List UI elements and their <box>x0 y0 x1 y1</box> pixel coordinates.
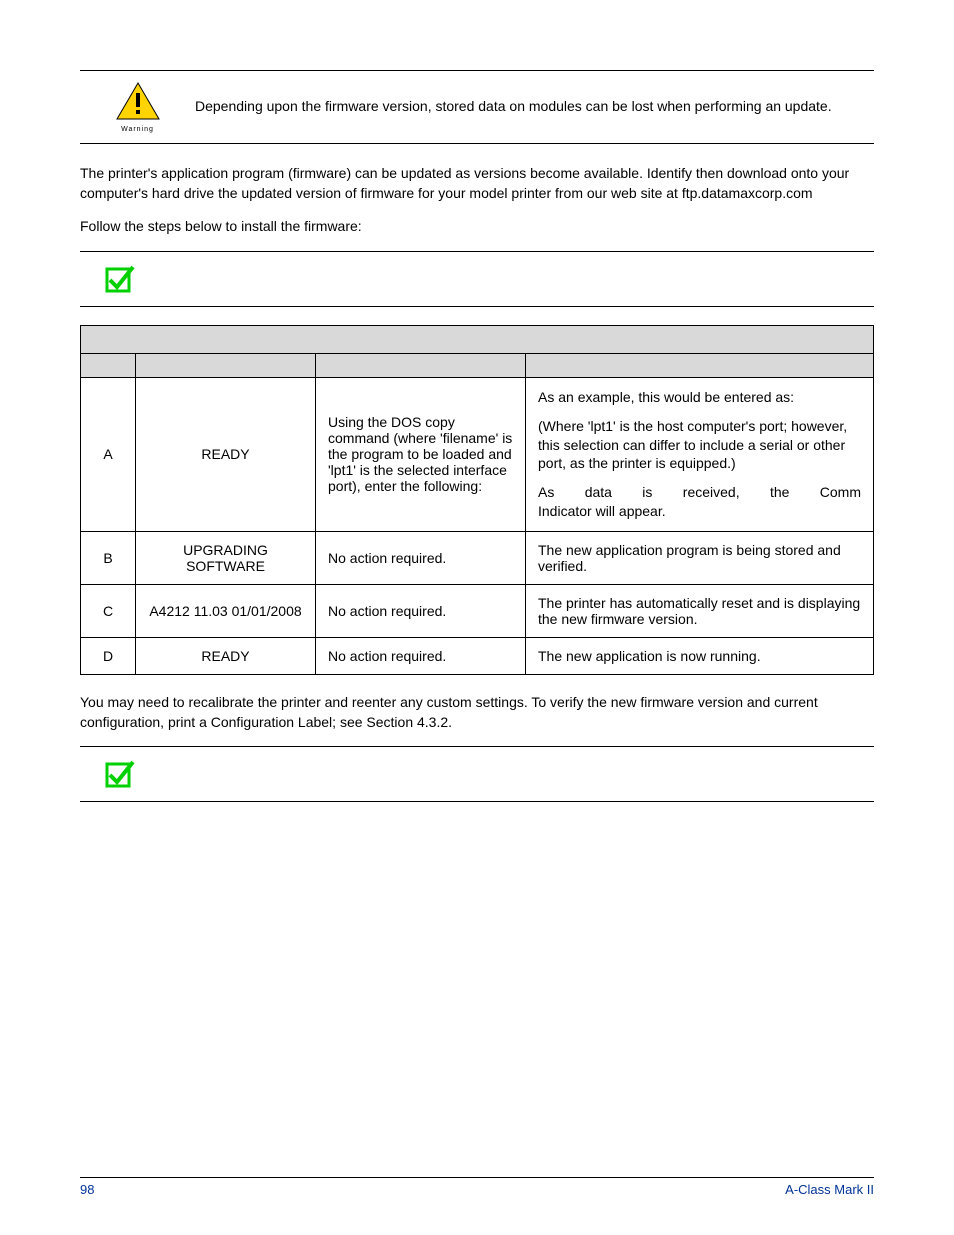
action-cell: No action required. <box>316 532 526 585</box>
comment-line: As data is received, the Comm Indicator … <box>538 483 861 521</box>
checkmark-icon <box>105 265 135 293</box>
table-row: D READY No action required. The new appl… <box>81 638 874 675</box>
note-box-2 <box>80 746 874 802</box>
step-cell: C <box>81 585 136 638</box>
comment-line: (Where 'lpt1' is the host computer's por… <box>538 417 861 474</box>
comments-cell: The printer has automatically reset and … <box>526 585 874 638</box>
warning-icon-wrap: Warning <box>80 81 195 133</box>
page-number: 98 <box>80 1182 94 1197</box>
table-header-row <box>81 353 874 377</box>
comment-line: As an example, this would be entered as: <box>538 388 861 407</box>
display-cell: READY <box>136 377 316 531</box>
note-box-1 <box>80 251 874 307</box>
display-cell: UPGRADING SOFTWARE <box>136 532 316 585</box>
comments-cell: As an example, this would be entered as:… <box>526 377 874 531</box>
warning-text: Depending upon the firmware version, sto… <box>195 97 874 117</box>
action-cell: No action required. <box>316 585 526 638</box>
intro-paragraph-1: The printer's application program (firmw… <box>80 164 874 203</box>
action-cell: No action required. <box>316 638 526 675</box>
table-title-row <box>81 325 874 353</box>
comments-cell: The new application is now running. <box>526 638 874 675</box>
display-cell: READY <box>136 638 316 675</box>
table-row: A READY Using the DOS copy command (wher… <box>81 377 874 531</box>
intro-paragraph-2: Follow the steps below to install the fi… <box>80 217 874 237</box>
table-row: B UPGRADING SOFTWARE No action required.… <box>81 532 874 585</box>
action-cell: Using the DOS copy command (where 'filen… <box>316 377 526 531</box>
checkmark-icon <box>105 760 135 788</box>
display-cell: A4212 11.03 01/01/2008 <box>136 585 316 638</box>
warning-callout: Warning Depending upon the firmware vers… <box>80 70 874 144</box>
step-cell: D <box>81 638 136 675</box>
warning-label: Warning <box>80 126 195 133</box>
footer-title: A-Class Mark II <box>785 1182 874 1197</box>
steps-table: A READY Using the DOS copy command (wher… <box>80 325 874 675</box>
page-footer: 98 A-Class Mark II <box>80 1177 874 1197</box>
warning-triangle-icon <box>115 81 161 121</box>
table-row: C A4212 11.03 01/01/2008 No action requi… <box>81 585 874 638</box>
comments-cell: The new application program is being sto… <box>526 532 874 585</box>
step-cell: A <box>81 377 136 531</box>
step-cell: B <box>81 532 136 585</box>
closing-paragraph: You may need to recalibrate the printer … <box>80 693 874 732</box>
